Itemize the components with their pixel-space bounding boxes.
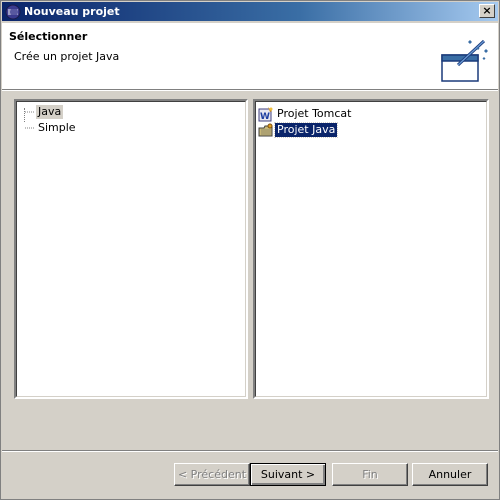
next-button[interactable]: Suivant > (250, 463, 326, 486)
close-icon: × (482, 4, 492, 17)
list-item-label: Projet Tomcat (277, 107, 352, 120)
page-title: Sélectionner (9, 30, 88, 43)
header-divider (2, 90, 498, 91)
java-project-icon (258, 123, 273, 137)
window-title: Nouveau projet (24, 5, 120, 18)
page-description: Crée un projet Java (14, 50, 120, 63)
wizard-header: Sélectionner Crée un projet Java (2, 23, 498, 90)
wizard-list[interactable]: W Projet Tomcat Projet Java (253, 99, 489, 399)
title-bar[interactable]: Nouveau projet × (2, 2, 498, 21)
tree-item-label: Simple (38, 121, 76, 134)
eclipse-icon (5, 4, 21, 20)
tree-branch-icon (25, 111, 34, 113)
tree-item-label: Java (36, 105, 64, 119)
new-wizard-icon (441, 39, 488, 82)
tree-branch-icon (25, 127, 34, 129)
svg-text:W: W (260, 112, 270, 122)
tomcat-icon: W (258, 107, 273, 122)
button-bar-divider-highlight (2, 451, 498, 452)
previous-button[interactable]: < Précédent (174, 463, 250, 486)
close-button[interactable]: × (479, 4, 495, 18)
list-item-label: Projet Java (273, 122, 339, 138)
cancel-button[interactable]: Annuler (412, 463, 488, 486)
finish-button[interactable]: Fin (332, 463, 408, 486)
category-tree[interactable]: Java Simple (14, 99, 248, 399)
new-project-dialog: Nouveau projet × Sélectionner Crée un pr… (0, 0, 500, 500)
